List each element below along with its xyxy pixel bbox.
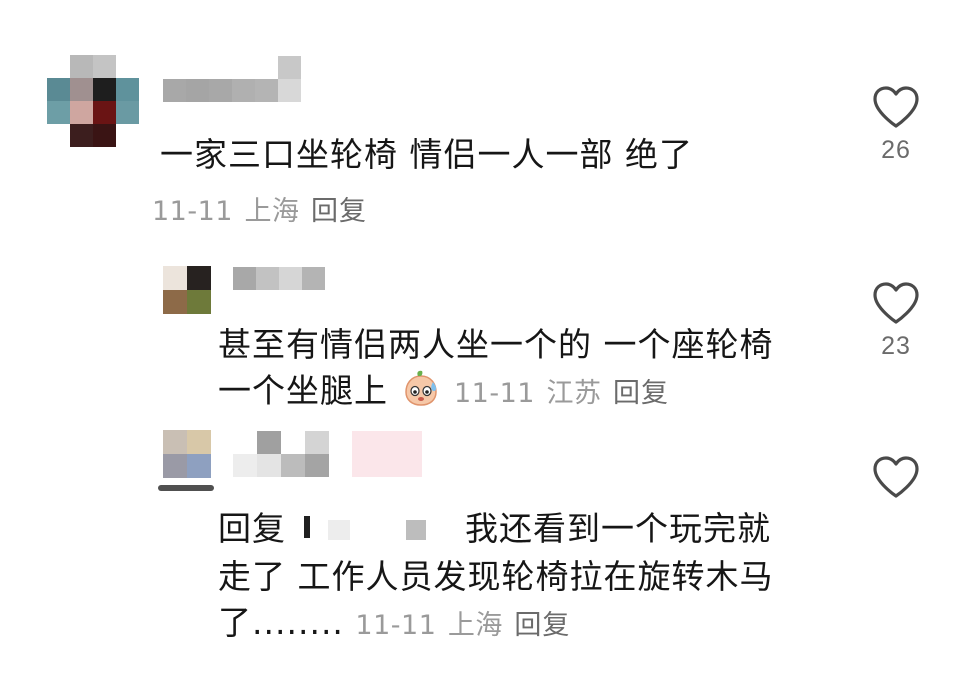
- reply-button[interactable]: 回复: [613, 378, 669, 409]
- avatar[interactable]: [163, 266, 211, 314]
- comment-text-line-1: 回复 我还看到一个玩完就: [218, 506, 771, 552]
- heart-icon: [873, 86, 919, 128]
- comment-date: 11-11: [454, 378, 535, 409]
- comment-meta: 11-11 上海 回复: [152, 186, 367, 235]
- reply-button[interactable]: 回复: [311, 196, 367, 227]
- heart-icon: [873, 456, 919, 498]
- avatar[interactable]: [47, 55, 139, 147]
- reply-target-blurred[interactable]: [298, 516, 454, 542]
- comment-text-tail: 一个坐腿上: [218, 371, 388, 410]
- comment-text-line-3: 了........ 11-11 上海 回复: [218, 600, 570, 649]
- reply-prefix: 回复: [218, 509, 286, 548]
- sweat-face-emoji-icon: [401, 368, 441, 420]
- username-blurred[interactable]: [233, 267, 325, 290]
- like-button[interactable]: 26: [866, 84, 926, 165]
- username-blurred[interactable]: [233, 431, 329, 477]
- comment-location: 江苏: [546, 378, 602, 409]
- like-count: 26: [881, 136, 911, 164]
- comment-location: 上海: [244, 196, 300, 227]
- avatar[interactable]: [163, 430, 211, 478]
- comment-location: 上海: [447, 610, 503, 641]
- comment-text: 一家三口坐轮椅 情侣一人一部 绝了: [160, 135, 693, 174]
- sticker-blurred: [352, 431, 422, 477]
- comment-text-line-1: 甚至有情侣两人坐一个的 一个座轮椅: [218, 325, 774, 364]
- comment-text-end: 了........: [218, 603, 344, 642]
- comment-text-line-2: 走了 工作人员发现轮椅拉在旋转木马: [218, 557, 774, 596]
- heart-icon: [873, 282, 919, 324]
- username-blurred[interactable]: [163, 56, 301, 102]
- like-button[interactable]: [866, 454, 926, 500]
- reply-button[interactable]: 回复: [514, 610, 570, 641]
- avatar-border: [158, 485, 214, 491]
- comment-text-start: 我还看到一个玩完就: [465, 509, 771, 548]
- like-count: 23: [881, 332, 911, 360]
- comment-date: 11-11: [152, 196, 233, 227]
- comment-text-line-2: 一个坐腿上 11-11 江苏 回复: [218, 368, 669, 420]
- comment-date: 11-11: [355, 610, 437, 641]
- like-button[interactable]: 23: [866, 280, 926, 361]
